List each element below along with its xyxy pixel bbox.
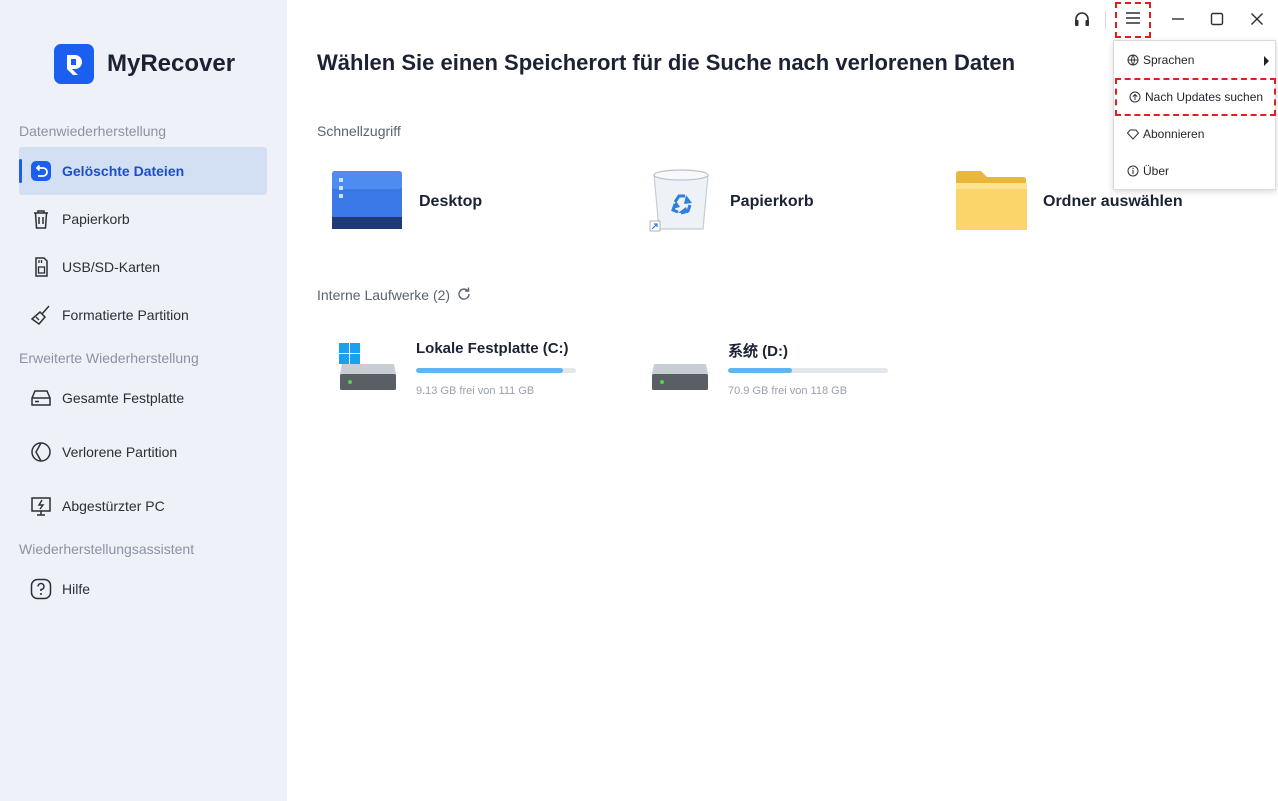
maximize-button[interactable] [1202, 6, 1232, 36]
sidebar-item-label: Hilfe [62, 581, 91, 597]
partition-icon [29, 440, 53, 464]
maximize-icon [1210, 12, 1224, 31]
hamburger-icon [1125, 11, 1141, 30]
sidebar-item-usb-sd[interactable]: USB/SD-Karten [19, 243, 267, 291]
drive-c[interactable]: Lokale Festplatte (C:) 9.13 GB frei von … [339, 336, 619, 406]
drive-d[interactable]: 系统 (D:) 70.9 GB frei von 118 GB [651, 336, 931, 406]
section-title-recovery-assistant: Wiederherstellungsassistent [19, 541, 195, 557]
close-icon [1250, 12, 1264, 31]
folder-icon [955, 168, 1027, 237]
drive-icon [651, 340, 711, 392]
quick-access-desktop[interactable]: Desktop [331, 166, 482, 238]
drive-name: Lokale Festplatte (C:) [416, 340, 569, 357]
brand: MyRecover [54, 44, 235, 84]
desktop-icon [331, 169, 403, 236]
refresh-icon[interactable] [456, 286, 472, 302]
menu-item-about[interactable]: Über [1114, 153, 1277, 189]
hard-drive-icon [29, 386, 53, 410]
drive-usage-bar [728, 368, 888, 373]
titlebar-divider [1105, 11, 1106, 29]
help-icon [29, 577, 53, 601]
broom-icon [29, 303, 53, 327]
sidebar-item-label: Gesamte Festplatte [62, 390, 185, 406]
submenu-arrow-icon [1264, 56, 1269, 66]
globe-icon [1126, 54, 1139, 67]
sidebar-item-label: Papierkorb [62, 211, 130, 227]
sidebar-item-label: Formatierte Partition [62, 307, 189, 323]
page-title: Wählen Sie einen Speicherort für die Suc… [317, 50, 1016, 75]
drive-usage-fill [728, 368, 792, 373]
minimize-icon [1171, 12, 1185, 31]
sidebar-item-help[interactable]: Hilfe [19, 565, 267, 613]
myrecover-logo-icon [54, 44, 94, 84]
headset-icon [1073, 10, 1091, 33]
sidebar-item-lost-partition[interactable]: Verlorene Partition [19, 428, 267, 476]
sidebar-item-whole-disk[interactable]: Gesamte Festplatte [19, 374, 267, 422]
windows-drive-icon [339, 340, 399, 392]
info-icon [1126, 165, 1139, 178]
internal-drives-title: Interne Laufwerke (2) [317, 287, 451, 303]
sidebar-item-label: Verlorene Partition [62, 444, 178, 460]
trash-icon [29, 207, 53, 231]
sidebar-item-formatted-partition[interactable]: Formatierte Partition [19, 291, 267, 339]
sidebar-item-label: Abgestürzter PC [62, 498, 165, 514]
quick-access-title: Schnellzugriff [317, 123, 401, 139]
menu-item-subscribe[interactable]: Abonnieren [1114, 116, 1277, 152]
settings-menu: Sprachen Nach Updates suchen Abonnieren … [1113, 40, 1276, 190]
drive-name: 系统 (D:) [728, 343, 788, 360]
diamond-icon [1126, 128, 1139, 141]
sidebar-item-label: Gelöschte Dateien [62, 163, 185, 179]
sidebar-item-recycle-bin[interactable]: Papierkorb [19, 195, 267, 243]
drive-usage-bar [416, 368, 576, 373]
drive-size: 9.13 GB frei von 111 GB [416, 385, 535, 397]
menu-item-languages[interactable]: Sprachen [1114, 42, 1277, 78]
section-title-advanced-recovery: Erweiterte Wiederherstellung [19, 350, 199, 366]
recycle-bin-icon [648, 167, 714, 238]
menu-item-label: Nach Updates suchen [1145, 90, 1264, 104]
section-title-data-recovery: Datenwiederherstellung [19, 123, 167, 139]
menu-item-check-updates[interactable]: Nach Updates suchen [1115, 78, 1276, 116]
quick-access-label: Desktop [419, 193, 483, 210]
support-button[interactable] [1067, 6, 1097, 36]
menu-item-label: Sprachen [1143, 53, 1195, 67]
restore-icon [29, 159, 53, 183]
quick-access-label: Ordner auswählen [1043, 193, 1183, 210]
menu-button[interactable] [1115, 2, 1151, 38]
close-button[interactable] [1242, 6, 1272, 36]
menu-item-label: Abonnieren [1143, 127, 1205, 141]
sidebar-item-deleted-files[interactable]: Gelöschte Dateien [19, 147, 267, 195]
quick-access-recycle-bin[interactable]: Papierkorb [648, 166, 814, 238]
sidebar-item-crashed-pc[interactable]: Abgestürzter PC [19, 482, 267, 530]
menu-item-label: Über [1143, 164, 1170, 178]
update-icon [1128, 91, 1141, 104]
quick-access-label: Papierkorb [730, 193, 814, 210]
sidebar: MyRecover Datenwiederherstellung Gelösch… [0, 0, 287, 801]
minimize-button[interactable] [1163, 6, 1193, 36]
crashed-pc-icon [29, 494, 53, 518]
drive-usage-fill [416, 368, 564, 373]
sd-card-icon [29, 255, 53, 279]
sidebar-item-label: USB/SD-Karten [62, 259, 161, 275]
app-name: MyRecover [107, 50, 236, 77]
drive-size: 70.9 GB frei von 118 GB [728, 385, 848, 397]
